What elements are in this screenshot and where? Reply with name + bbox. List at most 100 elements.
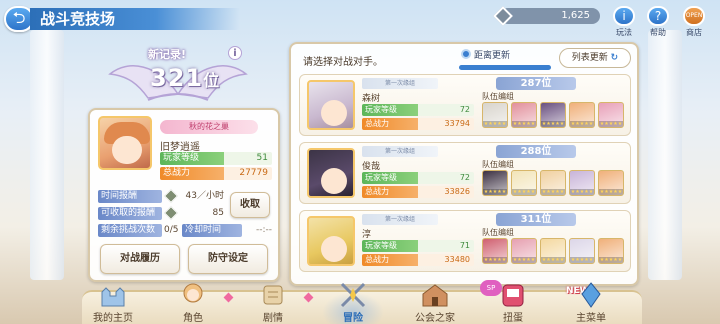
opponent-power-row: 总战力 33794 [362,118,474,130]
refresh-list-button[interactable]: 列表更新 ↻ [559,48,631,68]
nav-home[interactable]: 我的主页 [82,287,144,324]
opponent-name: 森树 [362,94,381,104]
nav-main-menu[interactable]: NEW 主菜单 [560,282,622,324]
star-rating-icon: ★★★★★ [599,121,623,127]
opponent-card[interactable]: 第一次缘组 俊哉 玩家等级 72 总战力 33826 288位 队伍编组 ★★★… [299,142,631,204]
update-distance-label: 距离更新 [474,51,511,61]
notification-dot [223,292,234,303]
team-label: 队伍编组 [482,92,514,101]
player-level-row: 玩家等级 51 [160,152,272,165]
opponent-level-value: 72 [459,105,470,114]
opponent-rank: 311位 [496,213,576,226]
rank-unit: 位 [203,71,221,90]
cooldown-label: 冷却时间 [182,224,242,237]
star-rating-icon: ★★★★★ [483,121,507,127]
opponent-power-label: 总战力 [362,186,418,198]
opponent-name: 俊哉 [362,162,381,172]
opponent-level-value: 71 [459,241,470,250]
team-row: ★★★★★ ★★★★★ ★★★★★ ★★★★★ ★★★★★ [482,170,628,198]
shop-label: 商店 [686,28,702,37]
nav-story-label: 剧情 [263,313,283,324]
new-record-label: 新记录! [148,48,187,61]
arena-coin-icon [163,205,179,221]
gacha-icon [502,284,524,307]
scroll-icon [263,285,283,305]
swords-icon [340,282,366,308]
challenges-row: 剩余挑战次数 0/5 冷却时间 --:-- [98,224,272,237]
star-rating-icon: ★★★★★ [541,257,565,263]
opponent-power-label: 总战力 [362,254,418,266]
opponent-name: 淳 [362,230,372,240]
opponent-rank: 287位 [496,77,576,90]
castle-icon [101,287,125,307]
hourly-reward-label: 时间报酬 [98,190,162,203]
defense-setup-button[interactable]: 防守设定 [188,244,268,274]
background-pillar [30,30,64,280]
collectable-reward-row: 可收取的报酬 85 [98,205,224,221]
team-unit-icon: ★★★★★ [569,238,595,264]
team-unit-icon: ★★★★★ [569,170,595,196]
star-rating-icon: ★★★★★ [512,257,536,263]
opponent-avatar [307,80,355,130]
opponent-power-value: 33794 [444,119,470,128]
team-unit-icon: ★★★★★ [540,238,566,264]
notification-dot [303,292,314,303]
avatar-face [112,136,142,164]
team-label: 队伍编组 [482,160,514,169]
arena-coin-icon [163,188,179,204]
team-unit-icon: ★★★★★ [598,238,624,264]
team-unit-icon: ★★★★★ [540,170,566,196]
team-unit-icon: ★★★★★ [511,238,537,264]
current-rank: 321位 [150,64,220,92]
opponent-level-row: 玩家等级 72 [362,104,474,116]
nav-main-menu-label: 主菜单 [576,313,606,324]
opponent-level-label: 玩家等级 [362,172,418,184]
collectable-reward-value: 85 [212,208,224,218]
opponent-level-label: 玩家等级 [362,104,418,116]
nav-guild-house[interactable]: 公会之家 [404,284,466,324]
nav-guild-house-label: 公会之家 [415,313,455,324]
nav-character[interactable]: 角色 [162,283,224,324]
shop-button[interactable]: OPEN 商店 [682,6,706,37]
team-label: 队伍编组 [482,228,514,237]
update-distance-toggle[interactable]: 距离更新 [461,49,551,63]
opponent-card[interactable]: 第一次缘组 淳 玩家等级 71 总战力 33480 311位 队伍编组 ★★★★… [299,210,631,272]
nav-home-label: 我的主页 [93,313,133,324]
star-rating-icon: ★★★★★ [599,189,623,195]
avatar-face [321,100,347,126]
team-unit-icon: ★★★★★ [511,102,537,128]
collectable-reward-label: 可收取的报酬 [98,207,162,220]
team-unit-icon: ★★★★★ [598,170,624,196]
team-unit-icon: ★★★★★ [482,170,508,196]
nav-story[interactable]: 剧情 [242,285,304,324]
arena-coin-icon [493,6,513,26]
shop-icon: OPEN [683,6,705,26]
player-power-value: 27779 [239,168,268,178]
battle-history-button[interactable]: 对战履历 [100,244,180,274]
opponent-card[interactable]: 第一次缘组 森树 玩家等级 72 总战力 33794 287位 队伍编组 ★★★… [299,74,631,136]
bottom-nav: 我的主页 角色 剧情 冒险 公会之家 SP 扭蛋 NEW 主菜单 [82,280,642,324]
team-row: ★★★★★ ★★★★★ ★★★★★ ★★★★★ ★★★★★ [482,102,628,130]
rules-button[interactable]: i 玩法 [612,6,636,37]
collect-button[interactable]: 收取 [230,192,270,218]
radio-icon [461,49,471,59]
challenges-label: 剩余挑战次数 [98,224,162,237]
star-rating-icon: ★★★★★ [570,189,594,195]
help-button[interactable]: ? 帮助 [646,6,670,37]
rules-label: 玩法 [616,28,632,37]
opponent-panel: 请选择对战对手。 距离更新 列表更新 ↻ 第一次缘组 森树 玩家等级 72 总战… [289,42,639,286]
rank-info-button[interactable]: i [228,46,242,60]
star-rating-icon: ★★★★★ [570,257,594,263]
nav-gacha[interactable]: SP 扭蛋 [480,280,544,324]
star-rating-icon: ★★★★★ [541,121,565,127]
currency-value: 1,625 [561,10,590,21]
hourly-reward-value: 43／小时 [185,191,224,201]
opponent-level-row: 玩家等级 72 [362,172,474,184]
question-icon: ? [647,6,669,26]
player-name: 旧梦逍遥 [160,142,200,153]
opponent-power-row: 总战力 33826 [362,186,474,198]
nav-adventure[interactable]: 冒险 [322,282,384,324]
cooldown-value: --:-- [255,225,272,235]
team-unit-icon: ★★★★★ [569,102,595,128]
opponent-title-badge: 第一次缘组 [362,146,438,157]
